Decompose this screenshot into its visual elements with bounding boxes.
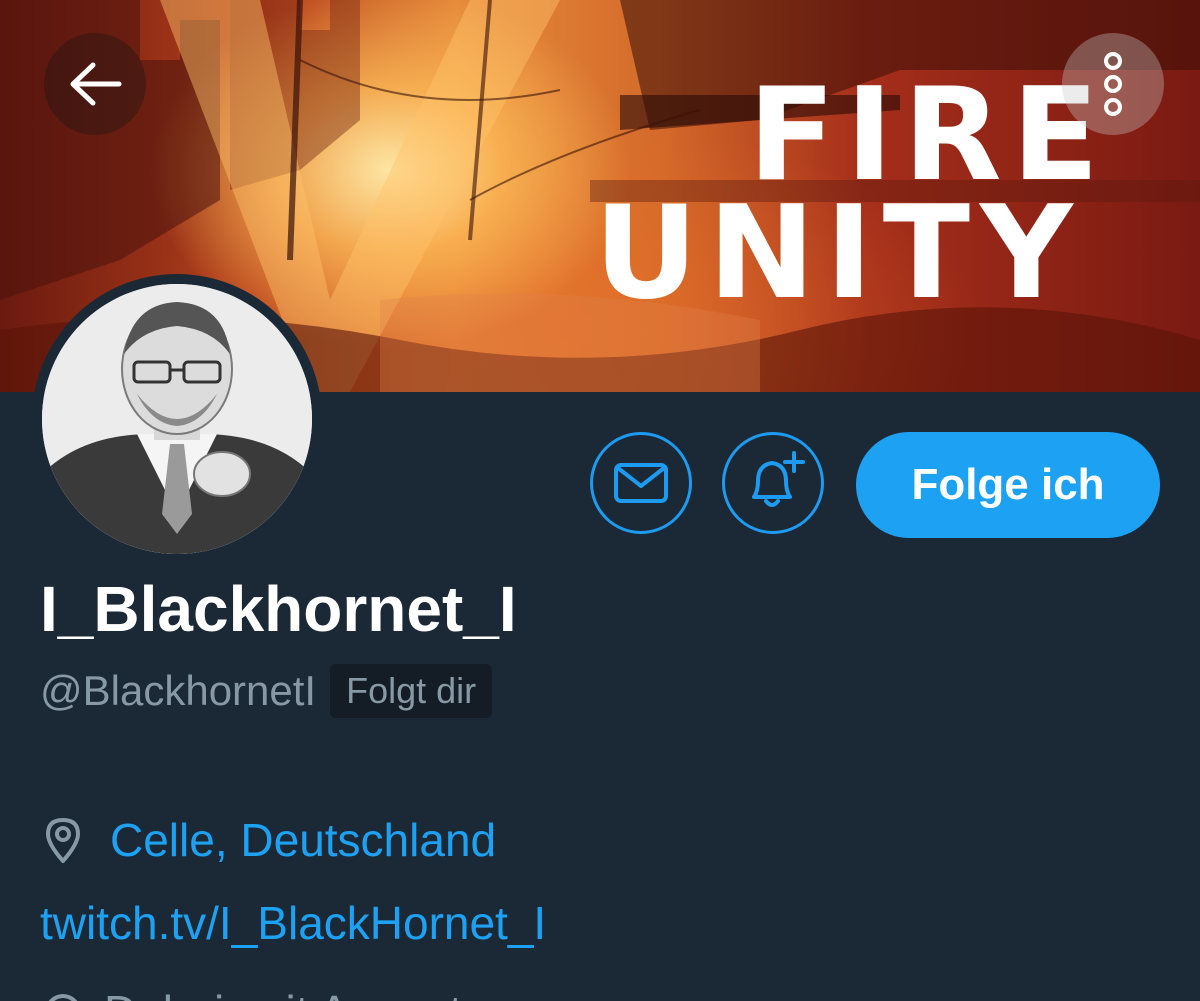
message-button[interactable] — [590, 432, 692, 534]
bell-plus-icon — [752, 451, 805, 507]
location-pin-icon — [46, 818, 80, 863]
mail-icon — [614, 463, 668, 503]
user-handle: @BlackhornetI — [40, 667, 317, 714]
profile-avatar[interactable] — [32, 274, 322, 564]
back-button[interactable] — [44, 33, 146, 135]
notifications-button[interactable] — [722, 432, 824, 534]
arrow-left-icon — [70, 62, 122, 106]
location-text[interactable]: Celle, Deutschland — [110, 813, 496, 867]
following-button[interactable]: Folge ich — [856, 432, 1160, 538]
profile-screen: FIRE UNITY Folge ich I_Blackhornet_I @Bl… — [0, 0, 1200, 1001]
joined-row: Dabei seit August — [44, 982, 462, 1001]
more-vertical-icon — [1104, 52, 1122, 116]
display-name: I_Blackhornet_I — [40, 573, 517, 645]
banner-title-unity: UNITY — [594, 179, 1083, 328]
follows-you-badge: Folgt dir — [330, 664, 493, 718]
calendar-icon — [48, 994, 78, 1001]
location-row[interactable]: Celle, Deutschland — [44, 808, 496, 872]
handle-row: @BlackhornetI Folgt dir — [40, 662, 493, 720]
joined-date: Dabei seit August — [104, 985, 462, 1001]
avatar-image — [42, 284, 312, 554]
website-link[interactable]: twitch.tv/I_BlackHornet_I — [40, 896, 546, 950]
more-options-button[interactable] — [1062, 33, 1164, 135]
